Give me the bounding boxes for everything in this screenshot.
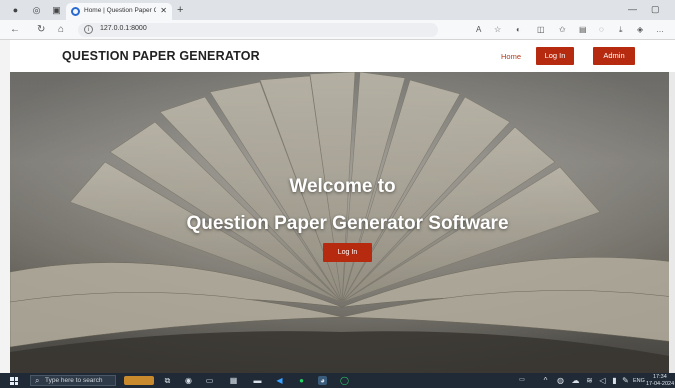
home-icon[interactable]: ⌂ <box>58 24 64 36</box>
favorites-icon[interactable]: ✩ <box>559 25 566 35</box>
battery-icon[interactable]: ▮ <box>610 376 619 385</box>
browser-tab-title: Home | Question Paper Generat <box>84 7 156 14</box>
browser-toolbar: ← ↻ ⌂ i 127.0.0.1:8000 A ☆ ◐ ◫ ✩ ▤ ◌ ⤓ ◈… <box>0 20 675 40</box>
cloud-icon[interactable]: ☁ <box>571 376 580 385</box>
windows-icon[interactable] <box>10 377 18 385</box>
language-indicator[interactable]: ENG <box>633 378 645 384</box>
download-icon[interactable]: ⤓ <box>619 25 623 35</box>
new-tab-icon[interactable]: + <box>177 4 183 16</box>
read-aloud-icon[interactable]: A <box>476 25 481 35</box>
keyboard-icon[interactable]: ▭ <box>516 376 528 385</box>
clock-date[interactable]: 17-04-2024 <box>646 381 674 387</box>
hero-title-line1: Welcome to <box>289 176 396 197</box>
pen-icon[interactable]: ✎ <box>621 376 630 385</box>
task-view-icon[interactable]: ⧉ <box>163 376 172 385</box>
extensions-icon[interactable]: ◐ <box>516 25 521 35</box>
refresh-icon[interactable]: ↻ <box>37 24 45 36</box>
info-icon[interactable]: i <box>84 25 93 34</box>
favorite-icon[interactable]: ☆ <box>494 25 501 35</box>
taskbar-search-placeholder: Type here to search <box>45 377 103 384</box>
hero-title-line2: Question Paper Generator Software <box>186 213 509 234</box>
split-screen-icon[interactable]: ◫ <box>537 25 545 35</box>
profile-icon[interactable]: ● <box>10 5 21 16</box>
whatsapp-icon[interactable]: ◯ <box>340 376 349 385</box>
vscode-icon[interactable]: ◀ <box>275 376 284 385</box>
taskbar-search-box[interactable]: ⌕ Type here to search <box>30 375 116 386</box>
nav-admin-button[interactable]: Admin <box>593 47 635 65</box>
site-brand[interactable]: QUESTION PAPER GENERATOR <box>62 49 260 63</box>
chrome-icon[interactable]: ◕ <box>318 376 327 385</box>
more-icon[interactable]: … <box>656 25 664 35</box>
windows-taskbar: ⌕ Type here to search ⧉ ◉ ▭ ▦ ▬ ◀ ● ◕ ◯ … <box>0 373 675 388</box>
collections-icon[interactable]: ▤ <box>579 25 587 35</box>
spotify-icon[interactable]: ● <box>297 376 306 385</box>
nav-login-button[interactable]: Log In <box>536 47 574 65</box>
site-navbar: QUESTION PAPER GENERATOR Home Log In Adm… <box>10 40 675 72</box>
browser-tab-strip: ● ◎ ▣ Home | Question Paper Generat ✕ + … <box>0 0 675 20</box>
page-favicon-icon <box>71 7 80 16</box>
page-scrollbar[interactable] <box>669 72 675 373</box>
file-explorer-icon[interactable]: ▭ <box>205 376 214 385</box>
network-icon[interactable]: ◍ <box>556 376 565 385</box>
address-bar-url[interactable]: 127.0.0.1:8000 <box>100 25 147 32</box>
volume-icon[interactable]: ◁ <box>598 376 607 385</box>
tab-actions-icon[interactable]: ▣ <box>51 5 62 16</box>
address-bar[interactable]: i 127.0.0.1:8000 <box>78 23 438 37</box>
copilot-icon[interactable]: ◈ <box>637 25 643 35</box>
browser-tab[interactable]: Home | Question Paper Generat ✕ <box>66 3 172 20</box>
back-icon[interactable]: ← <box>10 24 20 36</box>
nav-home-link[interactable]: Home <box>501 52 521 61</box>
store-icon[interactable]: ▦ <box>229 376 238 385</box>
minimize-icon[interactable]: — <box>628 4 637 14</box>
hero-banner: Welcome to Question Paper Generator Soft… <box>10 72 675 373</box>
mail-icon[interactable]: ▬ <box>253 376 262 385</box>
hero-login-button[interactable]: Log In <box>323 243 372 262</box>
search-icon: ⌕ <box>35 376 40 385</box>
shield-icon[interactable]: ◌ <box>599 25 604 35</box>
news-widget-icon[interactable] <box>124 376 154 385</box>
clock-time[interactable]: 17:34 <box>653 374 667 380</box>
close-tab-icon[interactable]: ✕ <box>160 6 167 15</box>
maximize-icon[interactable]: ▢ <box>651 4 660 15</box>
tray-chevron-icon[interactable]: ^ <box>541 376 550 385</box>
wifi-icon[interactable]: ≋ <box>585 376 594 385</box>
edge-icon[interactable]: ◉ <box>184 376 193 385</box>
workspaces-icon[interactable]: ◎ <box>31 5 42 16</box>
